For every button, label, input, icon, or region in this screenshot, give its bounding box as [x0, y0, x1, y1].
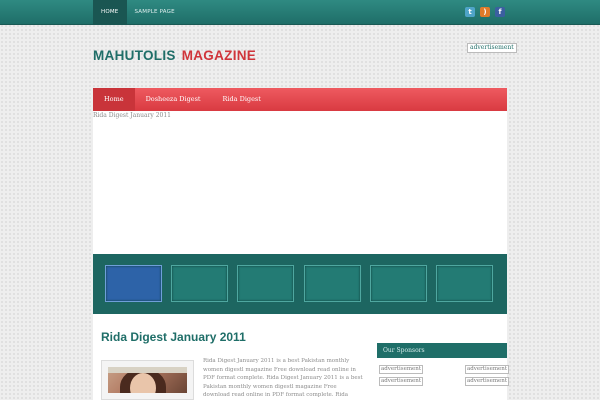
post-excerpt: Rida Digest January 2011 is a best Pakis…	[203, 358, 363, 398]
sponsor-ad[interactable]: advertisement	[379, 365, 424, 374]
slider-caption[interactable]: Rida Digest January 2011	[93, 112, 171, 119]
main-nav-home[interactable]: Home	[93, 88, 135, 111]
main-nav-rida-digest[interactable]: Rida Digest	[212, 88, 272, 111]
rss-icon[interactable]: )	[480, 7, 490, 17]
top-nav-sample-page[interactable]: SAMPLE PAGE	[127, 0, 183, 25]
sponsor-ad[interactable]: advertisement	[465, 365, 510, 374]
post-thumbnail[interactable]	[101, 360, 194, 400]
slider-thumb[interactable]	[370, 265, 427, 302]
sponsor-ad[interactable]: advertisement	[465, 377, 510, 386]
slider-thumb[interactable]	[105, 265, 162, 302]
slider-thumb[interactable]	[436, 265, 493, 302]
main-nav-dosheeza-digest[interactable]: Dosheeza Digest	[135, 88, 212, 111]
main-nav: Home Dosheeza Digest Rida Digest	[93, 88, 507, 111]
top-bar: HOME SAMPLE PAGE t ) f	[0, 0, 600, 25]
slider-thumb[interactable]	[171, 265, 228, 302]
sponsor-ad[interactable]: advertisement	[379, 377, 424, 386]
logo-text-primary: MAHUTOLIS	[93, 48, 176, 63]
post-title[interactable]: Rida Digest January 2011	[101, 330, 246, 344]
facebook-icon[interactable]: f	[495, 7, 505, 17]
top-nav: HOME SAMPLE PAGE	[93, 0, 183, 25]
site-logo[interactable]: MAHUTOLIS MAGAZINE	[93, 48, 256, 63]
logo-text-secondary: MAGAZINE	[181, 48, 257, 63]
top-nav-home[interactable]: HOME	[93, 0, 127, 25]
header-advertisement[interactable]: advertisement	[467, 43, 517, 53]
twitter-icon[interactable]: t	[465, 7, 475, 17]
social-links: t ) f	[465, 7, 505, 17]
slider-thumbnails	[93, 254, 507, 314]
sidebar-heading: Our Sponsors	[377, 343, 507, 358]
featured-slider[interactable]: Rida Digest January 2011	[93, 111, 507, 254]
slider-thumb[interactable]	[304, 265, 361, 302]
magazine-cover-image	[108, 367, 187, 393]
slider-thumb[interactable]	[237, 265, 294, 302]
